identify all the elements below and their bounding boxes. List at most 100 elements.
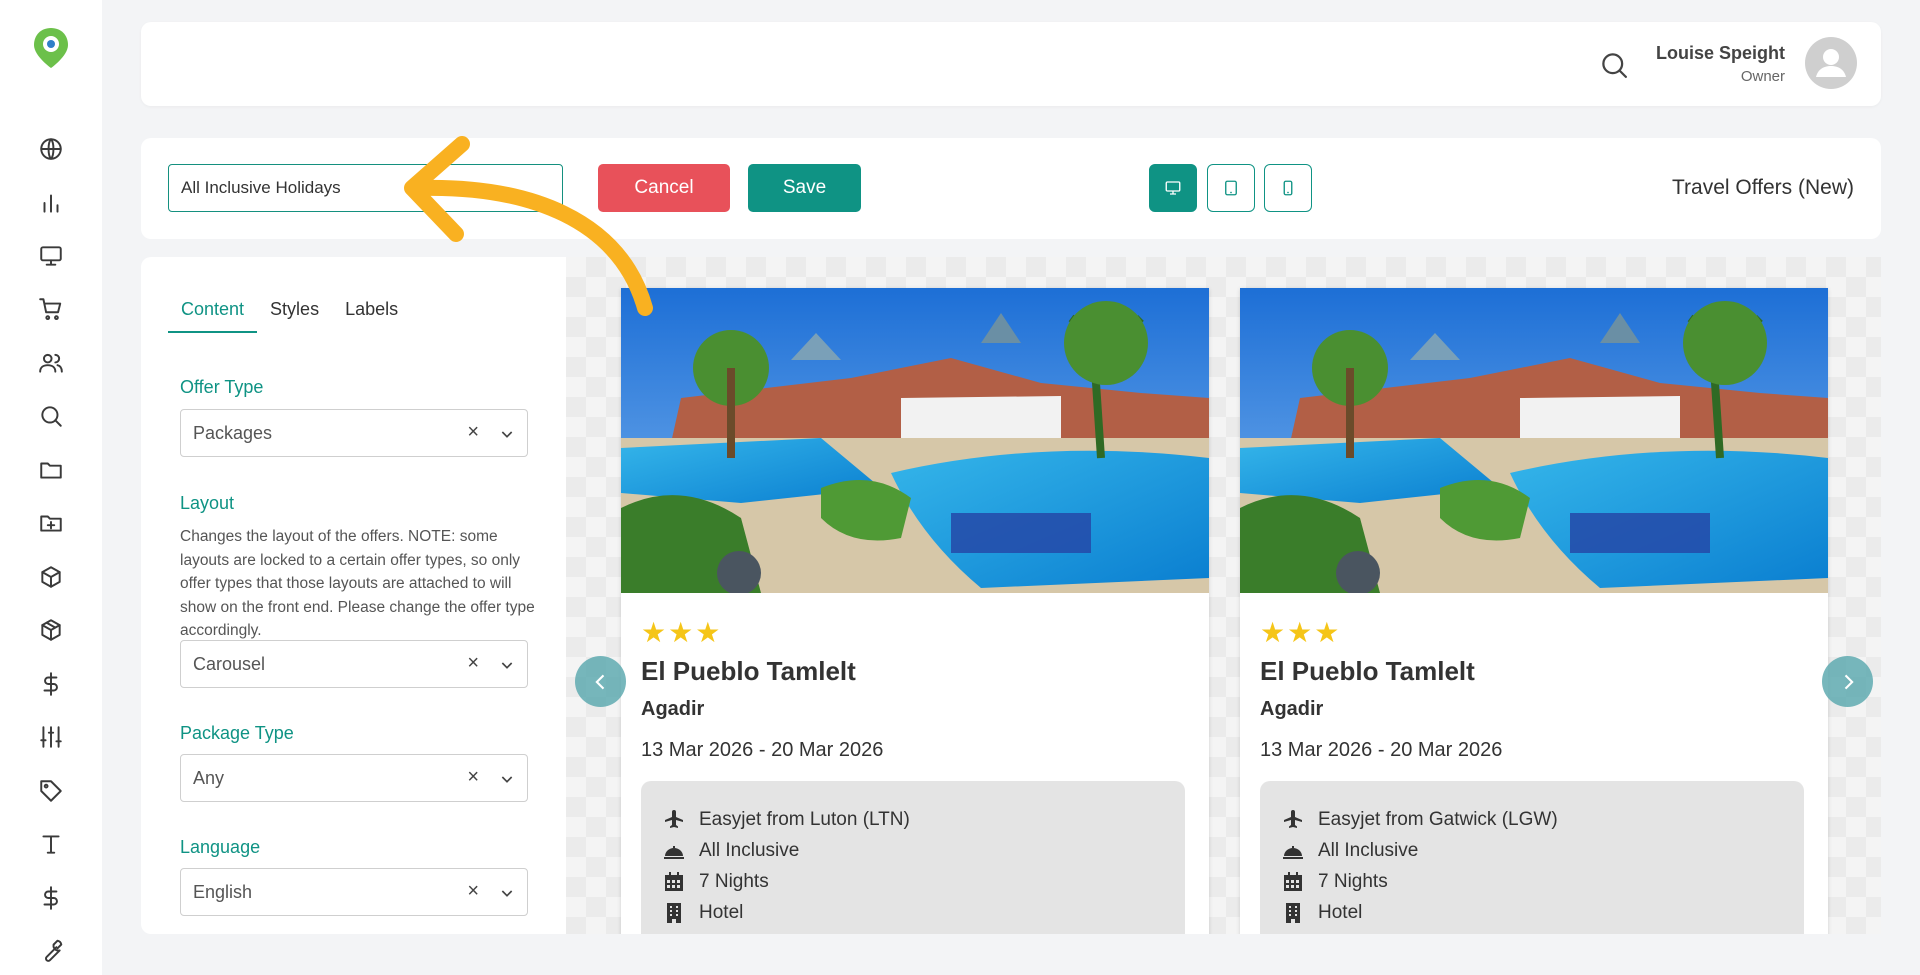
bar-chart-icon[interactable] [36, 188, 66, 218]
feature-board: All Inclusive [1280, 837, 1418, 865]
chevron-down-icon[interactable] [499, 657, 515, 673]
tablet-view-button[interactable] [1207, 164, 1255, 212]
cloche-icon [1283, 846, 1303, 859]
star-rating: ★★★ [641, 617, 723, 648]
sidebar [0, 0, 102, 975]
feature-accommodation: Hotel [1280, 899, 1362, 927]
feature-board-text: All Inclusive [1318, 840, 1419, 861]
user-name: Louise Speight [1655, 43, 1785, 63]
hotel-city: Agadir [641, 698, 705, 720]
desktop-icon [1165, 181, 1181, 195]
tab-styles[interactable]: Styles [257, 293, 332, 333]
folder-plus-icon[interactable] [36, 508, 66, 538]
cloche-icon [664, 846, 684, 859]
feature-nights-text: 7 Nights [1318, 871, 1388, 892]
tab-content[interactable]: Content [168, 293, 258, 333]
type-icon[interactable] [36, 829, 66, 859]
layout-select[interactable]: Carousel × [180, 640, 528, 688]
plane-icon [665, 810, 683, 828]
mobile-icon [1283, 180, 1293, 196]
hotel-photo [621, 288, 1209, 593]
offer-card[interactable]: ★★★ El Pueblo Tamlelt Agadir 13 Mar 2026… [621, 288, 1209, 934]
feature-nights: 7 Nights [661, 868, 769, 896]
chevron-down-icon[interactable] [499, 885, 515, 901]
mobile-view-button[interactable] [1264, 164, 1312, 212]
save-button[interactable]: Save [748, 164, 861, 212]
language-select[interactable]: English × [180, 868, 528, 916]
user-role: Owner [1740, 68, 1785, 85]
hotel-name: El Pueblo Tamlelt [1260, 656, 1475, 686]
layout-help-text: Changes the layout of the offers. NOTE: … [180, 528, 535, 639]
clear-icon[interactable]: × [467, 421, 479, 444]
app-logo[interactable] [32, 26, 70, 70]
travel-dates: 13 Mar 2026 - 20 Mar 2026 [1260, 739, 1503, 761]
folder-icon[interactable] [36, 455, 66, 485]
chevron-down-icon[interactable] [499, 426, 515, 442]
cancel-button[interactable]: Cancel [598, 164, 730, 212]
desktop-view-button[interactable] [1149, 164, 1197, 212]
wrench-icon[interactable] [36, 936, 66, 966]
clear-icon[interactable]: × [467, 652, 479, 675]
chevron-left-icon [594, 674, 604, 689]
feature-accommodation: Hotel [661, 899, 743, 927]
feature-accommodation-text: Hotel [1318, 902, 1363, 923]
package-icon[interactable] [36, 615, 66, 645]
feature-flight: Easyjet from Luton (LTN) [661, 806, 910, 834]
dollar-icon[interactable] [36, 883, 66, 913]
feature-flight: Easyjet from Gatwick (LGW) [1280, 806, 1558, 834]
box-icon[interactable] [36, 562, 66, 592]
chevron-right-icon [1844, 674, 1854, 689]
features-box: Easyjet from Luton (LTN) All Inclusive 7… [641, 781, 1185, 934]
panel-tabs: Content Styles Labels [168, 293, 411, 333]
layout-value: Carousel [193, 654, 266, 674]
avatar[interactable] [1805, 37, 1857, 89]
offer-type-value: Packages [193, 423, 273, 443]
offer-type-select[interactable]: Packages × [180, 409, 528, 457]
calendar-icon [1284, 872, 1302, 891]
feature-accommodation-text: Hotel [699, 902, 744, 923]
sliders-icon[interactable] [36, 722, 66, 752]
clear-icon[interactable]: × [467, 766, 479, 789]
tablet-icon [1225, 180, 1237, 196]
feature-nights-text: 7 Nights [699, 871, 769, 892]
building-icon [1286, 903, 1300, 923]
language-label: Language [180, 837, 261, 857]
top-header: Louise Speight Owner [141, 22, 1881, 106]
feature-flight-text: Easyjet from Luton (LTN) [699, 809, 910, 830]
hotel-photo [1240, 288, 1828, 593]
carousel-prev-button[interactable] [575, 656, 626, 707]
search-icon[interactable] [36, 401, 66, 431]
cart-icon[interactable] [36, 294, 66, 324]
tab-labels[interactable]: Labels [332, 293, 411, 333]
widget-title: Travel Offers (New) [1671, 176, 1854, 199]
package-type-value: Any [193, 768, 225, 788]
clear-icon[interactable]: × [467, 880, 479, 903]
feature-board-text: All Inclusive [699, 840, 800, 861]
offer-card[interactable]: ★★★ El Pueblo Tamlelt Agadir 13 Mar 2026… [1240, 288, 1828, 934]
hotel-city: Agadir [1260, 698, 1324, 720]
offer-title-input[interactable] [168, 164, 563, 212]
package-type-select[interactable]: Any × [180, 754, 528, 802]
feature-nights: 7 Nights [1280, 868, 1388, 896]
settings-panel: Content Styles Labels Offer Type Package… [141, 257, 566, 934]
feature-flight-text: Easyjet from Gatwick (LGW) [1318, 809, 1558, 830]
dollar-icon[interactable] [36, 669, 66, 699]
language-value: English [193, 882, 253, 902]
tag-icon[interactable] [36, 776, 66, 806]
offers-preview: ★★★ El Pueblo Tamlelt Agadir 13 Mar 2026… [566, 257, 1881, 934]
star-rating: ★★★ [1260, 617, 1342, 648]
package-type-label: Package Type [180, 723, 294, 743]
chevron-down-icon[interactable] [499, 771, 515, 787]
globe-icon[interactable] [36, 134, 66, 164]
carousel-next-button[interactable] [1822, 656, 1873, 707]
building-icon [667, 903, 681, 923]
features-box: Easyjet from Gatwick (LGW) All Inclusive… [1260, 781, 1804, 934]
editor-toolbar: Cancel Save Travel Offers (New) [141, 138, 1881, 239]
users-icon[interactable] [36, 348, 66, 378]
plane-icon [1284, 810, 1302, 828]
search-icon[interactable] [1599, 50, 1629, 80]
hotel-name: El Pueblo Tamlelt [641, 656, 856, 686]
calendar-icon [665, 872, 683, 891]
offer-type-label: Offer Type [180, 377, 264, 397]
monitor-icon[interactable] [36, 241, 66, 271]
